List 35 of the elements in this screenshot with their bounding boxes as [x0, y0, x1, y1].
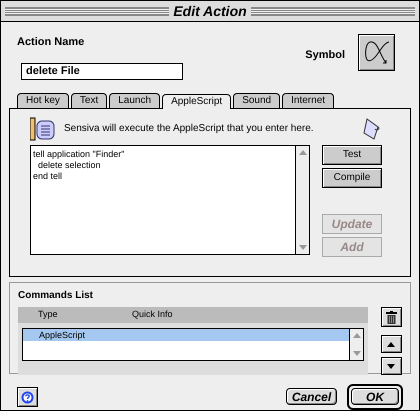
cancel-button[interactable]: Cancel [286, 388, 337, 405]
column-header: Quick Info [132, 308, 173, 322]
info-text: Sensiva will execute the AppleScript that you enter here. [64, 122, 315, 136]
column-header: Type [38, 308, 59, 322]
trash-icon [386, 310, 396, 324]
trash-button[interactable] [380, 307, 402, 327]
symbol-label: Symbol [305, 48, 345, 63]
help-button[interactable] [17, 387, 38, 407]
tab[interactable]: Hot key [17, 92, 69, 108]
down-arrow-icon [387, 364, 395, 368]
action-button[interactable]: Test [322, 144, 382, 164]
script-line: tell application "Finder" [33, 148, 126, 160]
symbol-button[interactable] [358, 34, 395, 71]
script-line: delete selection [37, 160, 102, 170]
list-row[interactable]: AppleScript [23, 329, 349, 341]
window-title: Edit Action [173, 2, 247, 20]
script-document-icon [30, 116, 56, 140]
up-arrow-icon [387, 342, 395, 346]
tab[interactable]: Internet [282, 92, 334, 108]
action-button[interactable]: Compile [322, 168, 382, 188]
commands-list-title: Commands List [18, 289, 94, 303]
tab[interactable]: Text [70, 92, 108, 108]
action-name-label: Action Name [17, 35, 86, 50]
ok-button[interactable]: OK [351, 388, 399, 405]
action-name-field[interactable]: delete File [21, 62, 183, 80]
scroll-icon [362, 116, 382, 140]
commands-list[interactable]: AppleScript [22, 328, 364, 361]
tab[interactable]: AppleScript [162, 94, 232, 108]
move-down-button[interactable] [380, 357, 402, 375]
help-icon [21, 390, 34, 404]
script-line: end tell [33, 170, 64, 182]
script-editor[interactable]: tell application "Finder" delete selection end tell [30, 144, 310, 254]
move-up-button[interactable] [380, 335, 402, 353]
tab[interactable]: Sound [233, 92, 280, 108]
tab[interactable]: Launch [109, 92, 160, 108]
